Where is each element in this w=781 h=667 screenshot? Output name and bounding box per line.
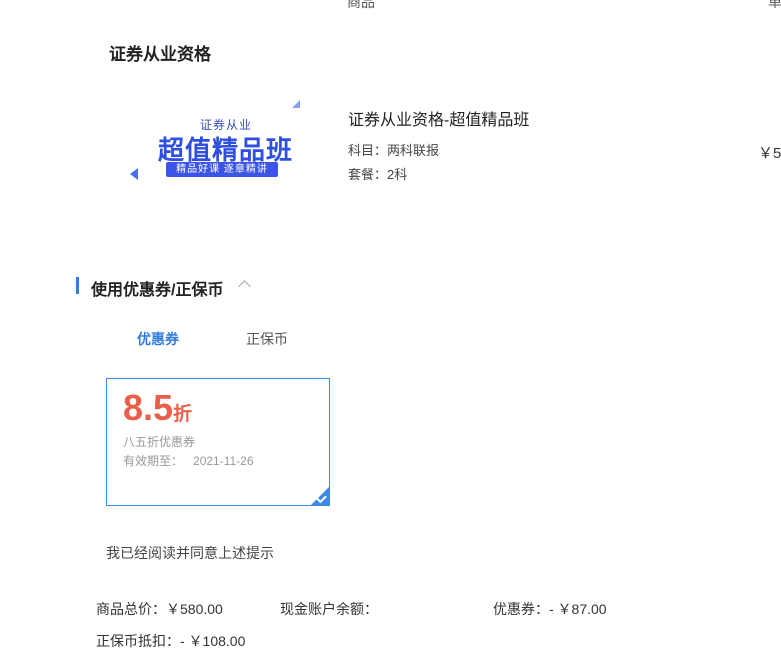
tab-coin[interactable]: 正保币	[246, 329, 288, 349]
package-value: 2科	[387, 167, 408, 182]
coupon-rate: 8.5折	[123, 387, 192, 429]
agreement-text: 我已经阅读并同意上述提示	[106, 545, 274, 561]
chevron-up-icon[interactable]	[238, 280, 251, 293]
subject-value: 两科联报	[387, 143, 440, 158]
banner-tagline: 精品好课 逐章精讲	[166, 162, 278, 177]
coupon-discount-label: 优惠券：	[493, 601, 549, 617]
product-subject: 科目：两科联报	[348, 140, 439, 159]
decor-triangle-icon	[292, 100, 300, 108]
section-title: 证券从业资格	[109, 45, 211, 64]
summary-coupon: 优惠券：- ￥87.00	[493, 599, 607, 619]
section-accent-bar	[76, 277, 79, 294]
coupon-name: 八五折优惠券	[123, 435, 196, 449]
coupon-section-title: 使用优惠券/正保币	[91, 282, 224, 299]
coupon-expiry: 有效期至： 2021-11-26	[123, 452, 254, 469]
product-package: 套餐：2科	[348, 164, 407, 183]
product-title[interactable]: 证券从业资格-超值精品班	[348, 106, 529, 130]
cutoff-header-text-right: 单	[768, 0, 781, 10]
coupon-expiry-date: 2021-11-26	[193, 454, 254, 468]
coin-discount-label: 正保币抵扣：	[96, 633, 180, 649]
cutoff-header-text: 商品	[347, 0, 375, 10]
subject-label: 科目：	[348, 143, 388, 158]
decor-triangle-icon	[130, 168, 138, 180]
tab-coupon[interactable]: 优惠券	[137, 329, 179, 349]
coupon-rate-unit: 折	[173, 404, 193, 425]
coin-discount-value: - ￥108.00	[180, 633, 246, 649]
summary-total: 商品总价：￥580.00	[96, 599, 223, 619]
total-label: 商品总价：	[96, 601, 166, 617]
package-label: 套餐：	[348, 167, 388, 182]
product-banner[interactable]: 证券从业 超值精品班 精品好课 逐章精讲	[130, 96, 300, 200]
coupon-rate-value: 8.5	[123, 387, 174, 428]
total-value: ￥580.00	[166, 601, 223, 617]
summary-balance-label: 现金账户余额：	[280, 601, 378, 617]
coupon-expiry-label: 有效期至：	[123, 454, 184, 468]
coupon-card[interactable]: 8.5折 八五折优惠券 有效期至： 2021-11-26	[106, 378, 330, 506]
coupon-discount-value: - ￥87.00	[549, 601, 607, 617]
summary-coin: 正保币抵扣：- ￥108.00	[96, 631, 245, 651]
product-price: ￥5	[758, 145, 781, 162]
